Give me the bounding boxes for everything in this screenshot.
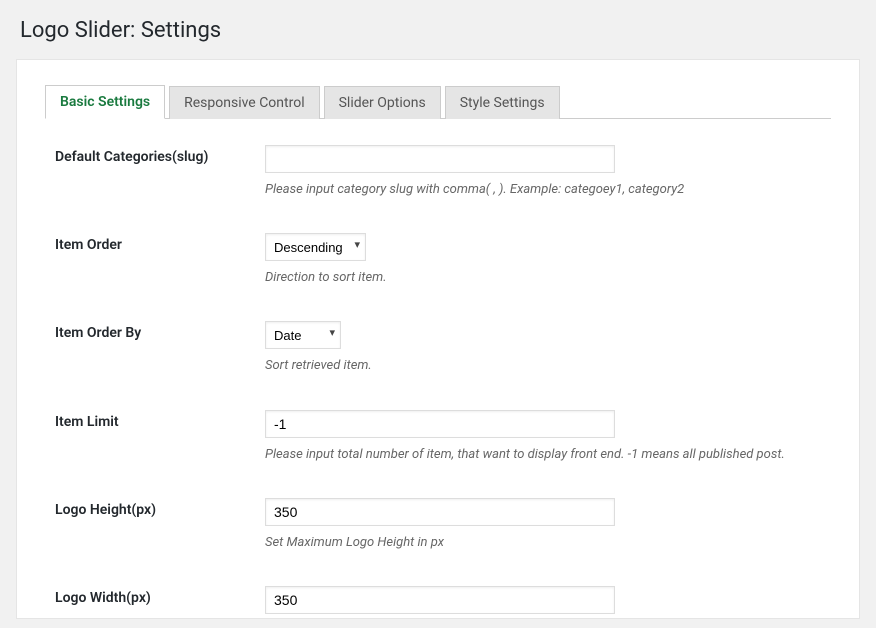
desc-item-order-by: Sort retrieved item.	[265, 357, 785, 375]
field-logo-height: Logo Height(px) Set Maximum Logo Height …	[45, 498, 831, 552]
field-logo-width: Logo Width(px)	[45, 586, 831, 614]
label-item-limit: Item Limit	[55, 410, 265, 430]
field-item-order-by: Item Order By Date Sort retrieved item.	[45, 321, 831, 375]
page-title: Logo Slider: Settings	[0, 0, 876, 59]
settings-panel: Basic Settings Responsive Control Slider…	[16, 59, 860, 619]
input-logo-height[interactable]	[265, 498, 615, 526]
tabs-nav: Basic Settings Responsive Control Slider…	[45, 84, 831, 119]
desc-default-categories: Please input category slug with comma( ,…	[265, 181, 785, 199]
desc-logo-height: Set Maximum Logo Height in px	[265, 534, 785, 552]
field-default-categories: Default Categories(slug) Please input ca…	[45, 145, 831, 199]
label-item-order: Item Order	[55, 233, 265, 253]
tab-slider-options[interactable]: Slider Options	[324, 86, 441, 119]
input-default-categories[interactable]	[265, 145, 615, 173]
desc-item-limit: Please input total number of item, that …	[265, 446, 785, 464]
tab-style-settings[interactable]: Style Settings	[445, 86, 560, 119]
label-default-categories: Default Categories(slug)	[55, 145, 265, 165]
label-item-order-by: Item Order By	[55, 321, 265, 341]
tab-responsive-control[interactable]: Responsive Control	[169, 86, 319, 119]
desc-item-order: Direction to sort item.	[265, 269, 785, 287]
select-item-order[interactable]: Descending	[265, 233, 366, 261]
tab-basic-settings[interactable]: Basic Settings	[45, 85, 165, 119]
select-item-order-by[interactable]: Date	[265, 321, 341, 349]
field-item-order: Item Order Descending Direction to sort …	[45, 233, 831, 287]
field-item-limit: Item Limit Please input total number of …	[45, 410, 831, 464]
label-logo-height: Logo Height(px)	[55, 498, 265, 518]
input-item-limit[interactable]	[265, 410, 615, 438]
label-logo-width: Logo Width(px)	[55, 586, 265, 606]
input-logo-width[interactable]	[265, 586, 615, 614]
